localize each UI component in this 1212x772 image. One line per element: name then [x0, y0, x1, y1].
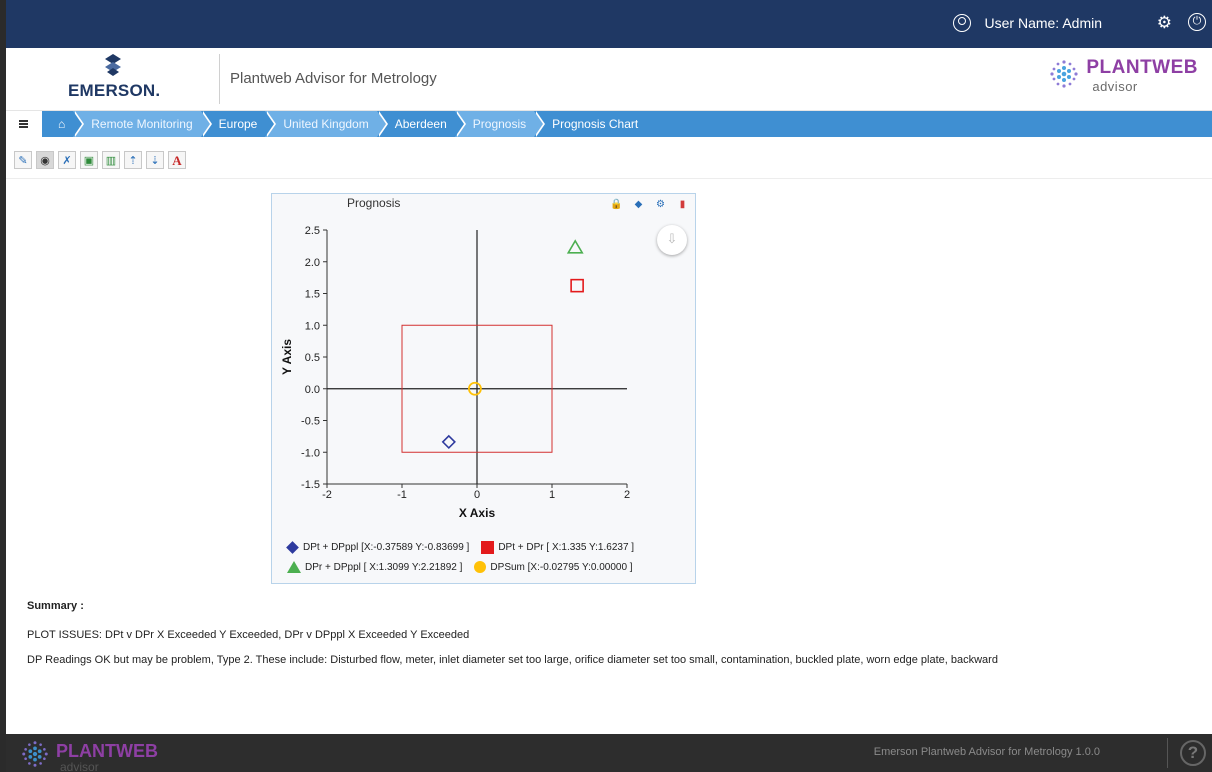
footer-divider [1167, 738, 1168, 768]
x-tick-label: -1 [397, 489, 407, 501]
plantweb-dots-icon [1050, 60, 1078, 88]
legend-swatch-circle [474, 561, 487, 573]
y-tick-label: 0.0 [305, 384, 320, 396]
footer-brand-text: PLANTWEB [56, 741, 158, 761]
breadcrumb-bar: ⌂ Remote Monitoring Europe United Kingdo… [6, 111, 1212, 137]
user-icon [952, 14, 971, 32]
legend-item-dpr-dpppl[interactable]: DPr + DPppl [ X:1.3099 Y:2.21892 ] [287, 561, 462, 573]
logout-icon[interactable]: ⏻ [1188, 13, 1206, 31]
data-point-triangle [566, 239, 584, 254]
help-icon[interactable]: ? [1180, 740, 1206, 766]
top-bar: User Name: Admin ⚙ ⏻ [6, 0, 1212, 48]
summary-plot-issues: PLOT ISSUES: DPt v DPr X Exceeded Y Exce… [27, 629, 470, 641]
delete-icon[interactable]: ▮ [674, 197, 691, 213]
footer-brand-sub-text: advisor [60, 760, 99, 772]
breadcrumb-item-prognosis[interactable]: Prognosis [454, 111, 546, 137]
app-header: EMERSON. Plantweb Advisor for Metrology … [6, 48, 1212, 111]
emerson-logo-mark-icon [105, 54, 121, 76]
legend-item-dpt-dpr[interactable]: DPt + DPr [ X:1.335 Y:1.6237 ] [481, 540, 635, 554]
user-name-label: User Name: Admin [984, 15, 1102, 31]
legend-label: DPSum [X:-0.02795 Y:0.00000 ] [490, 561, 633, 573]
x-axis-title: X Axis [459, 506, 496, 520]
breadcrumb-item-united-kingdom[interactable]: United Kingdom [265, 111, 389, 137]
lock-icon[interactable]: 🔒 [608, 197, 625, 213]
y-tick-label: -1.0 [301, 447, 320, 459]
save-icon[interactable]: ▣ [80, 151, 98, 169]
x-tick-label: 0 [474, 489, 480, 501]
prognosis-scatter-chart: 2.5 2.0 1.5 1.0 0.5 0.0 -0.5 -1.0 -1.5-2 -1 0 1 2 X A… [280, 225, 630, 520]
text-tool-icon[interactable]: A [168, 151, 186, 169]
settings-gear-icon[interactable]: ⚙ [1157, 13, 1172, 33]
prognosis-chart-panel: 2.5 2.0 1.5 1.0 0.5 0.0 -0.5 -1.0 -1.5 -2 -1 0 1 2 X A… [271, 193, 696, 584]
data-point-square [570, 278, 584, 293]
tag-icon[interactable]: ◆ [630, 197, 647, 213]
chart-download-icon[interactable]: ⇩ [657, 225, 687, 255]
upload-icon[interactable]: ⇡ [124, 151, 142, 169]
chart-icon[interactable]: ▥ [102, 151, 120, 169]
legend-label: DPt + DPppl [X:-0.37589 Y:-0.83699 ] [303, 541, 470, 553]
panel-settings-icon[interactable]: ⚙ [652, 197, 669, 213]
y-tick-label: 2.0 [305, 257, 320, 269]
plantweb-sub-text: advisor [1092, 79, 1138, 94]
view-eye-icon[interactable]: ◉ [36, 151, 54, 169]
breadcrumb-item-aberdeen[interactable]: Aberdeen [376, 111, 466, 137]
x-tick-label: -2 [322, 489, 332, 501]
legend-item-dpsum[interactable]: DPSum [X:-0.02795 Y:0.00000 ] [474, 561, 633, 573]
app-footer: PLANTWEB advisor Emerson Plantweb Adviso… [6, 734, 1212, 772]
x-tick-label: 1 [549, 489, 555, 501]
y-tick-label: 1.0 [305, 320, 320, 332]
y-tick-label: -0.5 [301, 416, 320, 428]
plantweb-brand-text: PLANTWEB [1086, 57, 1198, 78]
legend-item-dpt-dpppl[interactable]: DPt + DPppl [X:-0.37589 Y:-0.83699 ] [286, 540, 470, 554]
y-tick-label: 2.5 [305, 225, 320, 237]
plantweb-logo: PLANTWEB advisor [1048, 58, 1198, 102]
legend-swatch-diamond [286, 540, 299, 554]
y-tick-label: -1.5 [301, 479, 320, 491]
app-title: Plantweb Advisor for Metrology [230, 70, 437, 87]
legend-swatch-square [481, 540, 495, 554]
user-menu[interactable]: User Name: Admin [952, 14, 1102, 32]
legend-label: DPr + DPppl [ X:1.3099 Y:2.21892 ] [305, 561, 463, 573]
chart-legend: DPt + DPppl [X:-0.37589 Y:-0.83699 ] DPt… [286, 537, 646, 577]
legend-swatch-triangle [287, 561, 301, 573]
download-icon[interactable]: ⇣ [146, 151, 164, 169]
breadcrumb: ⌂ Remote Monitoring Europe United Kingdo… [42, 111, 647, 137]
home-icon: ⌂ [58, 117, 66, 131]
footer-plantweb-logo: PLANTWEB advisor [20, 739, 158, 772]
y-axis-title: Y Axis [280, 339, 294, 375]
panel-actions: 🔒 ◆ ⚙ ▮ [603, 197, 691, 213]
y-tick-label: 1.5 [305, 289, 320, 301]
wrench-icon[interactable]: ✗ [58, 151, 76, 169]
chart-panel-title: Prognosis [347, 196, 401, 210]
page-toolbar: ✎ ◉ ✗ ▣ ▥ ⇡ ⇣ A [14, 151, 190, 171]
y-tick-label: 0.5 [305, 352, 320, 364]
emerson-logo: EMERSON. [68, 54, 161, 104]
legend-label: DPt + DPr [ X:1.335 Y:1.6237 ] [498, 541, 635, 553]
x-tick-label: 2 [624, 489, 630, 501]
header-divider [219, 54, 220, 104]
breadcrumb-item-prognosis-chart: Prognosis Chart [534, 111, 647, 137]
footer-plantweb-dots-icon [22, 741, 48, 767]
emerson-logo-text: EMERSON. [68, 81, 161, 100]
data-point-diamond [441, 434, 456, 450]
summary-heading: Summary : [27, 600, 84, 612]
breadcrumb-item-remote-monitoring[interactable]: Remote Monitoring [73, 111, 213, 137]
toolbar-divider [6, 178, 1212, 179]
edit-icon[interactable]: ✎ [14, 151, 32, 169]
summary-dp-readings: DP Readings OK but may be problem, Type … [27, 654, 998, 666]
menu-toggle-icon[interactable] [6, 111, 42, 137]
version-text: Emerson Plantweb Advisor for Metrology 1… [873, 746, 1100, 758]
breadcrumb-home[interactable]: ⌂ [42, 111, 85, 137]
